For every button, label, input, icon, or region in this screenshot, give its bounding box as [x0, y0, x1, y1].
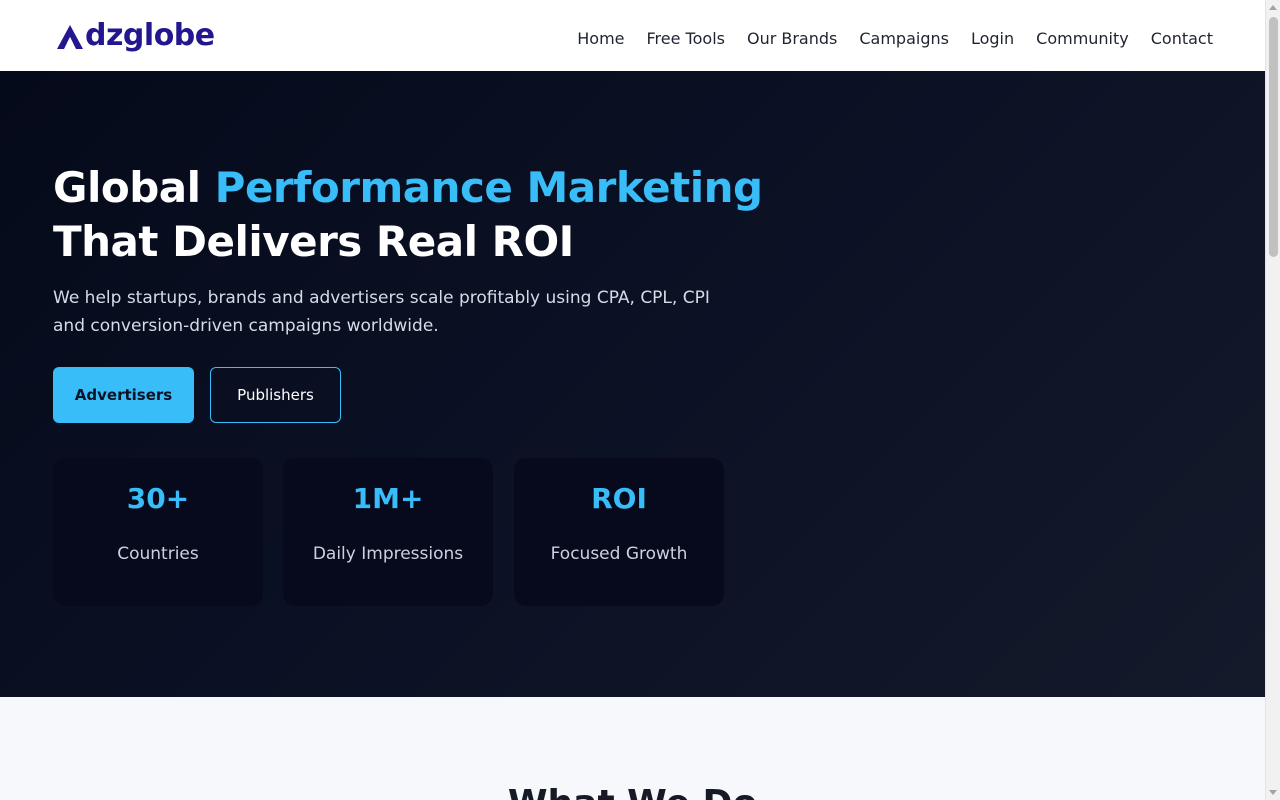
logo-icon: [57, 24, 83, 49]
stat-value: 1M+: [352, 482, 424, 515]
scroll-thumb[interactable]: [1269, 17, 1278, 257]
section-heading: What We Do: [0, 783, 1265, 800]
what-we-do-section: What We Do: [0, 697, 1265, 800]
hero-title-accent: Performance Marketing: [214, 163, 763, 212]
hero-title: Global Performance Marketing That Deliver…: [53, 161, 813, 269]
page: dzglobe Home Free Tools Our Brands Campa…: [0, 0, 1280, 800]
nav-login[interactable]: Login: [971, 23, 1014, 48]
stat-card-roi: ROI Focused Growth: [514, 458, 724, 606]
stat-value: ROI: [591, 482, 647, 515]
site-header: dzglobe Home Free Tools Our Brands Campa…: [0, 0, 1265, 71]
stat-card-countries: 30+ Countries: [53, 458, 263, 606]
nav-home[interactable]: Home: [577, 23, 624, 48]
nav-our-brands[interactable]: Our Brands: [747, 23, 837, 48]
advertisers-button[interactable]: Advertisers: [53, 367, 194, 423]
stat-label: Focused Growth: [550, 544, 688, 564]
stat-label: Countries: [117, 544, 199, 564]
logo-text: dzglobe: [85, 18, 215, 53]
nav-contact[interactable]: Contact: [1151, 23, 1213, 48]
publishers-button[interactable]: Publishers: [210, 367, 341, 423]
main-nav: Home Free Tools Our Brands Campaigns Log…: [577, 23, 1213, 48]
nav-free-tools[interactable]: Free Tools: [647, 23, 725, 48]
page-scrollbar[interactable]: [1265, 0, 1280, 800]
stat-card-impressions: 1M+ Daily Impressions: [283, 458, 493, 606]
scroll-down-arrow-icon[interactable]: [1269, 790, 1277, 795]
hero-title-part1: Global: [53, 163, 215, 212]
scroll-up-arrow-icon[interactable]: [1269, 5, 1277, 10]
nav-community[interactable]: Community: [1036, 23, 1129, 48]
site-logo[interactable]: dzglobe: [56, 18, 215, 53]
hero-subtitle: We help startups, brands and advertisers…: [53, 288, 710, 336]
hero-title-part2: That Delivers Real ROI: [53, 217, 574, 266]
hero-section: Global Performance Marketing That Deliver…: [0, 71, 1265, 697]
stat-label: Daily Impressions: [312, 544, 464, 564]
stat-value: 30+: [126, 482, 190, 515]
nav-campaigns[interactable]: Campaigns: [859, 23, 949, 48]
